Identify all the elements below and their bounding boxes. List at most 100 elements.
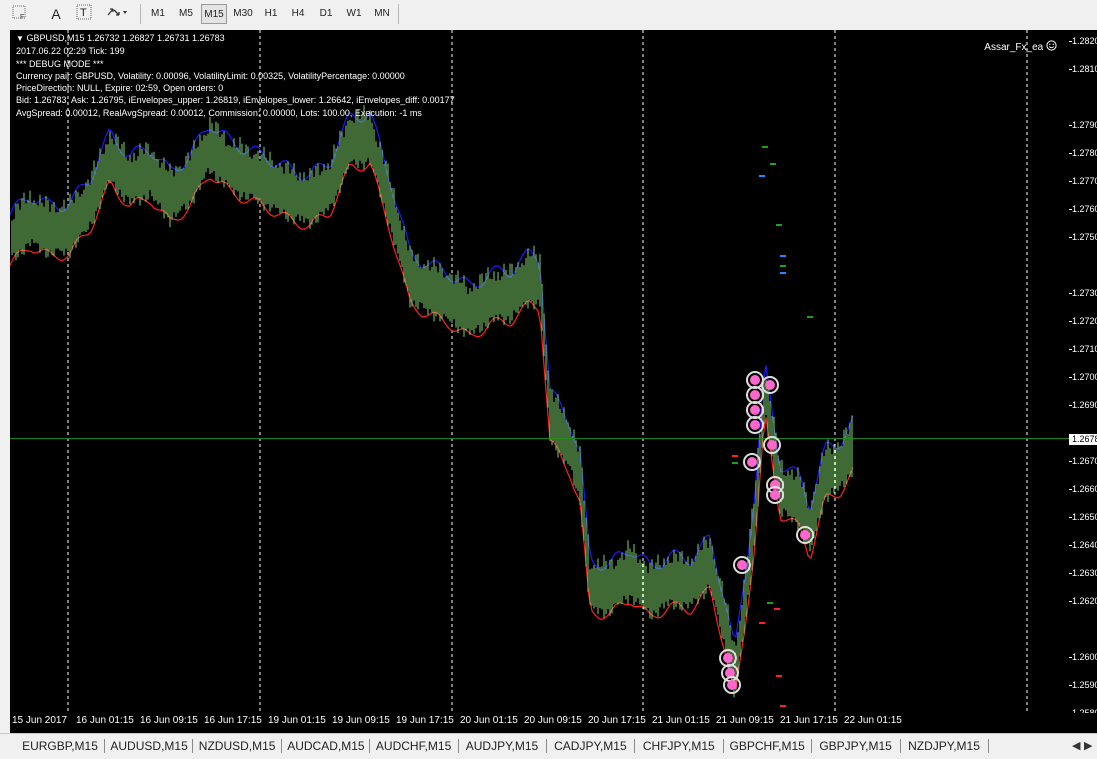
arrows-tool-icon[interactable] [104, 4, 130, 24]
tab-scroll-left-icon[interactable]: ◀ [1072, 737, 1080, 755]
tab-separator [722, 739, 724, 753]
timeframe-w1[interactable]: W1 [343, 4, 365, 24]
price-label: 1.2720 [1072, 316, 1097, 327]
order-level-mark [780, 272, 786, 274]
tab-separator [899, 739, 901, 753]
price-axis[interactable]: 1.2820 1.2810 1.2790 1.2780 1.2770 1.2760 1.27… [1069, 30, 1097, 713]
timeframe-m30[interactable]: M30 [230, 4, 256, 24]
trade-signal-dot [750, 420, 760, 430]
time-label: 21 Jun 17:15 [780, 715, 838, 726]
timeframe-h4[interactable]: H4 [287, 4, 309, 24]
trade-signal-dot [747, 457, 757, 467]
price-chart[interactable]: ▼ GBPUSD,M15 1.26732 1.26827 1.26731 1.2… [10, 30, 1069, 713]
info-line: 2017.06.22 02:29 Tick: 199 [16, 46, 125, 57]
order-level-mark [780, 255, 786, 257]
time-label: 20 Jun 17:15 [588, 715, 646, 726]
price-label: 1.2660 [1072, 484, 1097, 495]
symbol-tab[interactable]: AUDJPY,M15 [464, 737, 540, 755]
info-line: Currency pair: GBPUSD, Volatility: 0.000… [16, 70, 405, 81]
price-label: 1.2590 [1072, 680, 1097, 690]
time-axis[interactable]: 15 Jun 2017 16 Jun 01:15 16 Jun 09:15 16 Ju… [10, 713, 1097, 733]
symbol-tab[interactable]: GBPCHF,M15 [729, 737, 805, 755]
symbol-tab[interactable]: GBPJPY,M15 [818, 737, 894, 755]
trade-signal-dot [770, 490, 780, 500]
tab-scroll-right-icon[interactable]: ▶ [1084, 737, 1092, 755]
collapse-arrow-icon[interactable]: ▼ [16, 34, 24, 43]
text-tool-icon[interactable]: A [46, 4, 66, 24]
trade-signal-dot [750, 375, 760, 385]
svg-text:T: T [80, 7, 87, 19]
price-label: 1.2730 [1072, 288, 1097, 299]
order-level-mark [780, 705, 786, 707]
symbol-tab[interactable]: AUDCAD,M15 [287, 737, 364, 755]
trade-signal-dot [750, 390, 760, 400]
current-price-label: 1.2678 [1069, 433, 1097, 445]
time-label: 20 Jun 09:15 [524, 715, 582, 726]
time-label: 16 Jun 01:15 [76, 715, 134, 726]
timeframe-d1[interactable]: D1 [315, 4, 337, 24]
tab-separator [457, 739, 459, 753]
price-label: 1.2620 [1072, 596, 1097, 607]
trade-signal-dot [800, 530, 810, 540]
chart-toolbar: F A T M1 M5 M15 M30 H1 H4 D1 W1 MN [0, 0, 1097, 31]
time-label: 19 Jun 01:15 [268, 715, 326, 726]
timeframe-m1[interactable]: M1 [146, 4, 170, 24]
tab-separator [369, 739, 371, 753]
price-label: 1.2600 [1072, 652, 1097, 663]
tab-separator [634, 739, 636, 753]
order-level-mark [732, 462, 738, 464]
time-label: 21 Jun 09:15 [716, 715, 774, 726]
tab-separator [104, 739, 105, 753]
order-level-mark [780, 265, 786, 267]
tab-separator [546, 739, 547, 753]
price-label: 1.2820 [1072, 36, 1097, 47]
timeframe-m15[interactable]: M15 [201, 4, 227, 24]
info-line: PriceDirection: NULL, Expire: 02:59, Ope… [16, 83, 224, 94]
trade-signal-dot [727, 680, 737, 690]
tab-separator [192, 739, 194, 753]
symbol-tabs-bar: ◀ ▶ EURGBP,M15 AUDUSD,M15 NZDUSD,M15 AUDCAD… [0, 733, 1097, 759]
time-label: 16 Jun 17:15 [204, 715, 262, 726]
price-label: 1.2690 [1072, 400, 1097, 411]
symbol-tab[interactable]: NZDUSD,M15 [199, 737, 276, 755]
svg-text:F: F [20, 14, 24, 20]
timeframe-h1[interactable]: H1 [260, 4, 282, 24]
order-level-mark [767, 602, 773, 604]
timeframe-m5[interactable]: M5 [174, 4, 198, 24]
info-line: *** DEBUG MODE *** [16, 58, 104, 69]
price-label: 1.2780 [1072, 148, 1097, 159]
info-line: Bid: 1.26783, Ask: 1.26795, iEnvelopes_u… [16, 95, 455, 106]
symbol-tab[interactable]: CHFJPY,M15 [641, 737, 717, 755]
symbol-tab[interactable]: CADJPY,M15 [552, 737, 628, 755]
price-label: 1.2810 [1072, 64, 1097, 75]
price-label: 1.2770 [1072, 176, 1097, 187]
time-label: 21 Jun 01:15 [652, 715, 710, 726]
order-level-mark [759, 175, 765, 177]
price-label: 1.2650 [1072, 512, 1097, 523]
trade-signal-dot [767, 440, 777, 450]
text-label-icon[interactable]: T [74, 4, 94, 24]
symbol-line: ▼ GBPUSD,M15 1.26732 1.26827 1.26731 1.2… [16, 33, 225, 43]
symbol-tab[interactable]: NZDJPY,M15 [906, 737, 982, 755]
timeframe-mn[interactable]: MN [370, 4, 394, 24]
chart-canvas [10, 30, 1069, 713]
price-label: 1.2640 [1072, 540, 1097, 551]
symbol-tab[interactable]: AUDCHF,M15 [376, 737, 452, 755]
order-level-mark [776, 675, 782, 677]
symbol-tab[interactable]: AUDUSD,M15 [110, 737, 187, 755]
smiley-icon [1046, 40, 1057, 51]
expert-advisor-label[interactable]: Assar_Fx_ea [984, 40, 1057, 53]
order-level-mark [732, 455, 738, 457]
price-label: 1.2710 [1072, 344, 1097, 355]
order-level-mark [776, 224, 782, 226]
order-level-mark [807, 316, 813, 318]
period-separator-icon[interactable]: F [4, 4, 34, 24]
tab-separator [280, 739, 282, 753]
tab-separator [811, 739, 813, 753]
chart-info-panel: ▼ GBPUSD,M15 1.26732 1.26827 1.26731 1.2… [16, 32, 455, 119]
symbol-tab[interactable]: EURGBP,M15 [22, 737, 98, 755]
order-level-mark [774, 608, 780, 610]
order-level-mark [770, 163, 776, 165]
tab-separator [988, 739, 989, 753]
time-label: 20 Jun 01:15 [460, 715, 518, 726]
